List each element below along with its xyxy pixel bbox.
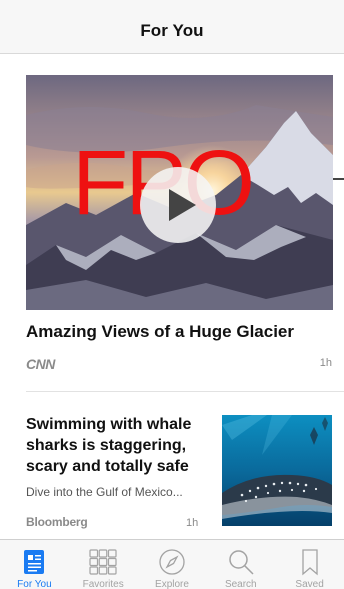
for-you-icon (19, 547, 49, 577)
article-headline[interactable]: Swimming with whale sharks is staggering… (26, 414, 216, 477)
play-icon (169, 189, 196, 221)
nav-bar: For You (0, 8, 344, 54)
search-icon (226, 547, 256, 577)
compass-icon (157, 547, 187, 577)
page-title: For You (140, 20, 204, 40)
tab-bar: For You Favorites Explore Search Saved (0, 539, 344, 589)
news-feed[interactable]: FPO Amazing Views of a Huge Glacier CNN … (0, 55, 344, 539)
tab-explore[interactable]: Explore (138, 540, 207, 589)
article-source-logo: Bloomberg (26, 515, 88, 529)
tab-label-favorites: Favorites (82, 579, 124, 589)
article-summary: Dive into the Gulf of Mexico... (26, 485, 183, 499)
bookmark-icon (295, 547, 325, 577)
status-strip (0, 0, 344, 8)
tab-saved[interactable]: Saved (275, 540, 344, 589)
article-thumbnail[interactable] (222, 415, 332, 526)
tab-for-you[interactable]: For You (0, 540, 69, 589)
article-timestamp: 1h (186, 517, 199, 529)
divider-mark (333, 178, 344, 180)
tab-favorites[interactable]: Favorites (69, 540, 138, 589)
tab-label-for-you: For You (17, 579, 52, 589)
tab-label-explore: Explore (155, 579, 189, 589)
hero-timestamp: 1h (319, 357, 332, 369)
hero-source-logo: CNN (26, 356, 55, 372)
whale-shark-image (222, 415, 332, 526)
tab-label-search: Search (224, 579, 257, 589)
tab-label-saved: Saved (295, 579, 324, 589)
tab-search[interactable]: Search (206, 540, 275, 589)
play-button[interactable] (140, 167, 216, 243)
favorites-grid-icon (88, 547, 118, 577)
article-divider (26, 391, 344, 392)
hero-headline[interactable]: Amazing Views of a Huge Glacier (26, 321, 326, 342)
hero-video-thumbnail[interactable]: FPO (26, 75, 333, 310)
